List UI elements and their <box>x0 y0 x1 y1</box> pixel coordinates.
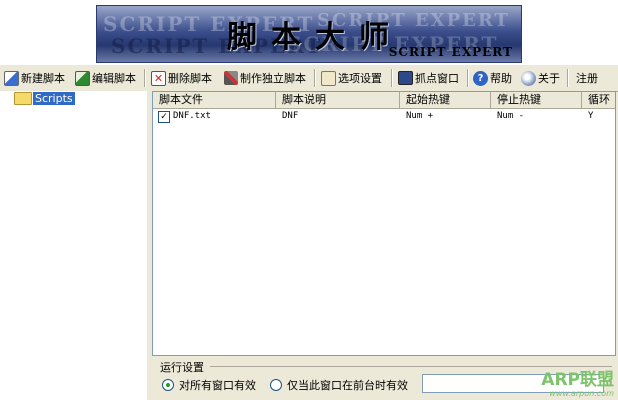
toolbar-separator <box>144 69 146 87</box>
edit-script-label: 编辑脚本 <box>92 72 136 85</box>
delete-script-icon: ✕ <box>151 70 166 86</box>
options-button[interactable]: 选项设置 <box>321 68 382 88</box>
cell-start-hotkey: Num + <box>406 111 434 121</box>
edit-script-icon <box>75 70 90 86</box>
new-script-icon <box>4 70 19 86</box>
delete-script-label: 删除脚本 <box>168 72 212 85</box>
script-list[interactable]: 脚本文件 脚本说明 起始热键 停止热键 循环 ✓ DNF.txt DNF Num… <box>152 91 616 356</box>
about-label: 关于 <box>538 72 560 85</box>
group-border <box>210 366 612 367</box>
column-header-desc[interactable]: 脚本说明 <box>276 92 400 108</box>
banner-title: 脚本大师 <box>227 20 403 55</box>
help-button[interactable]: ? 帮助 <box>473 68 512 88</box>
column-header-start-hotkey[interactable]: 起始热键 <box>400 92 491 108</box>
column-header-loop[interactable]: 循环 <box>582 92 615 108</box>
tree-item-scripts[interactable]: Scripts <box>14 92 75 105</box>
script-tree[interactable]: Scripts <box>0 91 148 400</box>
toolbar-separator <box>467 69 469 87</box>
table-row[interactable]: ✓ DNF.txt DNF Num + Num - Y <box>153 109 615 124</box>
folder-icon <box>14 92 32 105</box>
toolbar-separator <box>567 69 569 87</box>
column-header-file[interactable]: 脚本文件 <box>153 92 276 108</box>
run-settings-title: 运行设置 <box>160 361 204 374</box>
new-script-label: 新建脚本 <box>21 72 65 85</box>
delete-script-button[interactable]: ✕ 删除脚本 <box>151 68 212 88</box>
register-label: 注册 <box>576 72 598 85</box>
about-icon <box>521 70 536 86</box>
capture-window-label: 抓点窗口 <box>415 72 459 85</box>
options-icon <box>321 70 336 86</box>
new-script-button[interactable]: 新建脚本 <box>4 68 65 88</box>
radio-foreground-only-label: 仅当此窗口在前台时有效 <box>287 379 408 392</box>
edit-script-button[interactable]: 编辑脚本 <box>75 68 136 88</box>
banner-subtitle: SCRIPT EXPERT <box>388 45 513 59</box>
help-icon: ? <box>473 70 488 86</box>
radio-all-windows-label: 对所有窗口有效 <box>179 379 256 392</box>
radio-foreground-only[interactable]: 仅当此窗口在前台时有效 <box>270 377 408 393</box>
cell-loop: Y <box>588 111 594 121</box>
radio-all-windows[interactable]: 对所有窗口有效 <box>162 377 256 393</box>
run-settings-group: 运行设置 对所有窗口有效 仅当此窗口在前台时有效 ARP联盟 www.arpun… <box>152 358 618 400</box>
tree-item-label: Scripts <box>33 92 75 105</box>
watermark-url: www.arpun.com <box>549 389 614 398</box>
radio-button[interactable] <box>270 379 282 391</box>
make-standalone-label: 制作独立脚本 <box>240 72 306 85</box>
wrench-icon <box>224 71 238 85</box>
about-button[interactable]: 关于 <box>521 68 560 88</box>
make-standalone-button[interactable]: 制作独立脚本 <box>224 68 306 88</box>
watermark-text: ARP联盟 <box>541 370 614 390</box>
toolbar-separator <box>314 69 316 87</box>
cell-file: DNF.txt <box>173 111 211 121</box>
watermark-logo: ARP联盟 www.arpun.com <box>541 370 614 399</box>
options-label: 选项设置 <box>338 72 382 85</box>
toolbar-separator <box>391 69 393 87</box>
cell-stop-hotkey: Num - <box>497 111 525 121</box>
register-button[interactable]: 注册 <box>576 68 598 88</box>
cell-desc: DNF <box>282 111 299 121</box>
radio-button-selected[interactable] <box>162 379 174 391</box>
column-header-stop-hotkey[interactable]: 停止热键 <box>491 92 582 108</box>
banner-area: SCRIPT EXPERT SCRIPT EXPERT SCRIPT EXPER… <box>0 0 618 64</box>
app-banner: SCRIPT EXPERT SCRIPT EXPERT SCRIPT EXPER… <box>96 5 522 63</box>
list-header: 脚本文件 脚本说明 起始热键 停止热键 循环 <box>153 92 615 109</box>
help-label: 帮助 <box>490 72 512 85</box>
capture-window-button[interactable]: 抓点窗口 <box>398 68 459 88</box>
toolbar: 新建脚本 编辑脚本 ✕ 删除脚本 制作独立脚本 选项设置 抓点窗口 ? 帮助 关… <box>0 64 618 92</box>
monitor-icon <box>398 71 413 85</box>
